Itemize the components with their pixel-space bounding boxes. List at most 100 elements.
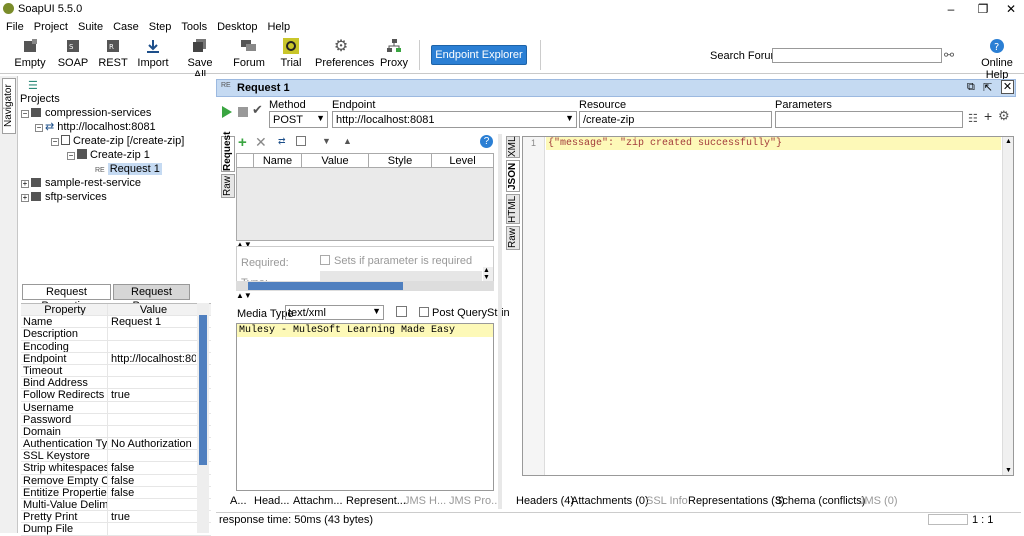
maximize-button[interactable]: ❐ [968,0,998,18]
property-value[interactable] [108,499,196,510]
table-row[interactable]: Strip whitespaces false [21,462,211,475]
gear-icon[interactable]: ⚙ [998,108,1010,124]
table-row[interactable]: Timeout [21,364,211,378]
property-value[interactable] [108,328,196,339]
detach-icon[interactable]: ⧉ [967,81,975,94]
empty-button[interactable]: Empty [13,38,47,69]
table-row[interactable]: Pretty Print true [21,511,211,524]
preferences-button[interactable]: ⚙ Preferences [315,38,374,69]
tree-item-sample-rest-service[interactable]: + sample-rest-service [21,176,141,190]
tab-attachments[interactable]: Attachm... [293,495,343,507]
table-row[interactable]: Username [21,401,211,414]
response-scrollbar[interactable]: ▲ ▼ [1002,137,1013,475]
tab-response-headers[interactable]: Headers (4) [516,495,574,507]
table-row[interactable]: Name Request 1 [21,316,211,329]
table-row[interactable]: Follow Redirects true [21,389,211,402]
post-querystring-checkbox[interactable] [419,307,429,317]
table-row[interactable]: Domain [21,425,211,439]
menu-project[interactable]: Project [34,18,68,36]
request-body-text[interactable]: Mulesy - MuleSoft Learning Made Easy [237,324,493,337]
property-value[interactable]: http://localhost:8081 [108,353,196,364]
tab-response-jms[interactable]: JMS (0) [859,495,898,507]
tree-item-compression-services[interactable]: − compression-services [21,106,151,120]
copy-param-icon[interactable] [296,136,306,146]
expand-icon[interactable]: + [21,180,29,188]
resource-input[interactable] [579,111,772,128]
method-select[interactable]: POST ▼ [269,111,328,128]
table-row[interactable]: SSL Keystore [21,450,211,463]
format-icon[interactable] [396,306,407,317]
property-value[interactable] [108,414,196,425]
close-editor-icon[interactable]: ✕ [1001,80,1014,94]
check-icon[interactable]: ✔ [252,102,263,118]
collapse-icon[interactable]: − [21,110,29,118]
horizontal-scrollbar[interactable] [236,281,494,291]
tab-request[interactable]: Request [221,132,235,172]
scroll-thumb[interactable] [248,282,403,290]
list-icon[interactable]: ☷ [968,112,978,125]
soap-button[interactable]: S SOAP [56,38,90,69]
tab-response-representations[interactable]: Representations (3) [688,495,785,507]
close-button[interactable]: ✕ [996,0,1024,18]
response-body-text[interactable]: {"message": "zip created successfully"} [546,137,1001,150]
property-value[interactable]: No Authorization [108,438,196,449]
play-icon[interactable] [222,106,232,118]
tab-jms-headers[interactable]: JMS H... [404,495,446,507]
tab-ssl-info[interactable]: SSL Info [646,495,688,507]
tab-raw[interactable]: Raw [221,174,235,198]
add-param-icon[interactable]: + [238,134,247,151]
tab-json[interactable]: JSON [506,160,520,192]
property-value[interactable] [108,450,196,461]
property-value[interactable]: true [108,511,196,522]
property-value[interactable]: false [108,462,196,473]
tree-item-endpoint[interactable]: − ⇄ http://localhost:8081 [35,120,156,134]
endpoint-explorer-button[interactable]: Endpoint Explorer [431,45,527,65]
property-value[interactable]: false [108,487,196,498]
menu-case[interactable]: Case [113,18,139,36]
save-all-button[interactable]: Save All [182,38,218,81]
trial-button[interactable]: Trial [274,38,308,69]
tree-item-sftp-services[interactable]: + sftp-services [21,190,107,204]
property-value[interactable]: true [108,389,196,400]
tab-headers[interactable]: Head... [254,495,289,507]
tab-request-properties[interactable]: Request Properties [22,284,111,312]
tree-list-icon[interactable]: ☰ [28,79,38,92]
add-icon[interactable]: + [984,108,992,124]
collapse-icon[interactable]: − [51,138,59,146]
editor-splitter[interactable] [498,134,502,509]
minimize-button[interactable]: – [936,0,966,18]
media-type-select[interactable]: text/xml ▼ [285,305,384,320]
table-row[interactable]: Bind Address [21,377,211,390]
menu-file[interactable]: File [6,18,24,36]
tab-request-params[interactable]: Request Params [113,284,190,312]
proxy-button[interactable]: Proxy [378,38,410,69]
tab-schema[interactable]: Schema (conflicts) [775,495,865,507]
menu-step[interactable]: Step [149,18,172,36]
collapse-icon[interactable]: − [67,152,75,160]
menu-help[interactable]: Help [267,18,290,36]
table-row[interactable]: Encoding [21,340,211,353]
chevron-up-icon[interactable]: ▲ [343,136,352,146]
menu-desktop[interactable]: Desktop [217,18,257,36]
tab-response-attachments[interactable]: Attachments (0) [571,495,649,507]
parameters-input[interactable] [775,111,963,128]
properties-scrollbar[interactable] [197,303,209,533]
menu-suite[interactable]: Suite [78,18,103,36]
float-icon[interactable]: ⇱ [983,81,992,94]
move-param-icon[interactable]: ⇄ [278,136,286,147]
splitter-arrows-icon[interactable]: ▲▼ [236,291,252,300]
table-row[interactable]: Remove Empty Co...false [21,474,211,487]
table-row[interactable]: Description [21,328,211,341]
collapse-icon[interactable]: − [35,124,43,132]
property-value[interactable] [108,377,196,388]
request-body-editor[interactable]: Mulesy - MuleSoft Learning Made Easy [236,323,494,491]
remove-param-icon[interactable]: ✕ [255,134,267,151]
tree-item-request[interactable]: RE Request 1 [95,162,162,176]
property-value[interactable] [108,402,196,413]
tab-html[interactable]: HTML [506,194,520,224]
property-value[interactable]: false [108,475,196,486]
table-row[interactable]: Entitize Properties false [21,486,211,499]
menu-tools[interactable]: Tools [181,18,207,36]
property-value[interactable]: Request 1 [108,316,196,327]
table-row[interactable]: Dump File [21,523,211,536]
